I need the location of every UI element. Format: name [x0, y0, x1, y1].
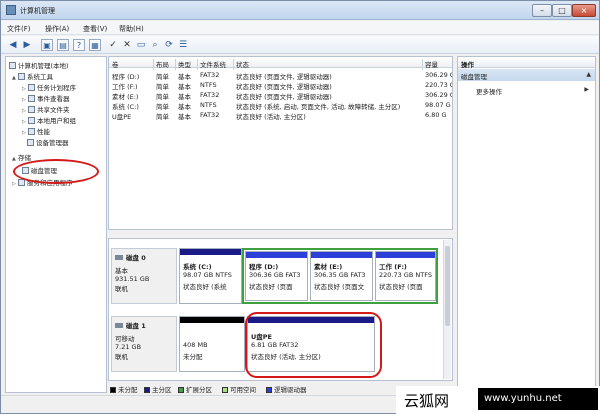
collapse-icon[interactable]: ▲ — [12, 156, 17, 162]
disk-icon — [115, 323, 123, 328]
table-row[interactable]: U盘PE 简单 基本 FAT32 状态良好 (活动, 主分区) 6.80 G — [109, 110, 452, 121]
view-icon[interactable]: ▦ — [89, 39, 101, 51]
window-title: 计算机管理 — [20, 7, 55, 15]
help-icon[interactable]: ? — [73, 39, 85, 51]
disk-view-scrollbar[interactable] — [443, 240, 451, 379]
legend-extended: 扩展分区 — [178, 384, 212, 394]
actions-section-disk-management[interactable]: 磁盘管理 ▲ — [458, 69, 595, 81]
clock-icon — [28, 84, 35, 91]
table-row[interactable]: 工作 (F:) 简单 基本 NTFS 状态良好 (页面文件, 逻辑驱动器) 22… — [109, 80, 452, 91]
legend-logical: 逻辑驱动器 — [266, 384, 307, 394]
partition-unallocated[interactable]: 408 MB 未分配 — [179, 316, 245, 372]
refresh-icon[interactable]: ⟳ — [163, 39, 175, 51]
more-actions-link[interactable]: 更多操作 — [476, 86, 502, 96]
expand-icon[interactable]: ▷ — [22, 86, 27, 92]
partition-c[interactable]: 系统 (C:) 98.07 GB NTFS 状态良好 (系统 — [179, 248, 242, 304]
back-arrow-icon[interactable]: ◀ — [7, 39, 19, 51]
column-header-capacity[interactable]: 容量 — [425, 59, 438, 69]
users-icon — [28, 117, 35, 124]
computer-icon — [9, 62, 16, 69]
tree-item-performance[interactable]: ▷ 性能 — [22, 126, 50, 136]
collapse-up-icon[interactable]: ▲ — [586, 71, 591, 78]
open-icon[interactable]: ▭ — [135, 39, 147, 51]
tree-item-storage[interactable]: ▲ 存储 — [12, 152, 31, 162]
title-bar[interactable]: 计算机管理 – □ × — [1, 1, 599, 20]
search-icon[interactable]: ⌕ — [149, 39, 161, 51]
disk-1-label[interactable]: 磁盘 1 可移动 7.21 GB 联机 — [111, 316, 177, 372]
tree-item-local-users[interactable]: ▷ 本地用户和组 — [22, 115, 76, 125]
expand-icon[interactable]: ▷ — [22, 108, 27, 114]
table-row[interactable]: 程序 (D:) 简单 基本 FAT32 状态良好 (页面文件, 逻辑驱动器) 3… — [109, 70, 452, 81]
watermark-url-box: www.yunhu.net — [478, 388, 598, 410]
partition-d[interactable]: 程序 (D:) 306.36 GB FAT3 状态良好 (页面 — [245, 251, 308, 301]
chevron-right-icon[interactable]: ▶ — [584, 86, 589, 93]
list-icon[interactable]: ☰ — [177, 39, 189, 51]
menu-help[interactable]: 帮助(H) — [119, 24, 144, 34]
menu-view[interactable]: 查看(V) — [83, 24, 107, 34]
column-header-type[interactable]: 类型 — [178, 59, 191, 69]
column-header-filesystem[interactable]: 文件系统 — [200, 59, 226, 69]
partition-e[interactable]: 素材 (E:) 306.35 GB FAT3 状态良好 (页面文 — [310, 251, 373, 301]
menu-file[interactable]: 文件(F) — [7, 24, 31, 34]
legend-free-space: 可用空间 — [222, 384, 256, 394]
annotation-circle-disk-management — [13, 159, 99, 184]
close-icon[interactable]: ✕ — [121, 39, 133, 51]
check-icon[interactable]: ✓ — [107, 39, 119, 51]
computer-management-window: 计算机管理 – □ × 文件(F) 操作(A) 查看(V) 帮助(H) ◀ ▶ … — [0, 0, 600, 414]
forward-arrow-icon[interactable]: ▶ — [21, 39, 33, 51]
navigation-tree: 计算机管理(本地) ▲ 系统工具 ▷ 任务计划程序 ▷ 事件查看器 ▷ 共享文件夹 ▷ 本… — [5, 56, 107, 393]
tree-item-shared-folders[interactable]: ▷ 共享文件夹 — [22, 104, 70, 114]
collapse-icon[interactable]: ▲ — [12, 75, 17, 81]
scrollbar-thumb[interactable] — [445, 246, 450, 326]
up-folder-icon[interactable]: ▣ — [41, 39, 53, 51]
tools-icon — [18, 73, 25, 80]
event-icon — [28, 95, 35, 102]
volume-list-header: 卷 布局 类型 文件系统 状态 容量 — [109, 57, 452, 70]
computer-management-icon — [6, 5, 16, 15]
actions-pane: 操作 磁盘管理 ▲ 更多操作 ▶ — [457, 56, 596, 393]
actions-header: 操作 — [458, 57, 595, 69]
column-header-status[interactable]: 状态 — [236, 59, 249, 69]
expand-icon[interactable]: ▷ — [22, 97, 27, 103]
expand-icon[interactable]: ▷ — [22, 119, 27, 125]
table-row[interactable]: 系统 (C:) 简单 基本 NTFS 状态良好 (系统, 启动, 页面文件, 活… — [109, 100, 452, 111]
toolbar: ◀ ▶ ▣ ▤ ? ▦ ✓ ✕ ▭ ⌕ ⟳ ☰ — [1, 36, 599, 54]
legend-unallocated: 未分配 — [110, 384, 138, 394]
partition-f[interactable]: 工作 (F:) 220.73 GB NTFS 状态良好 (页面 — [375, 251, 436, 301]
tree-item-root[interactable]: 计算机管理(本地) — [9, 60, 69, 70]
disk-0-label[interactable]: 磁盘 0 基本 931.51 GB 联机 — [111, 248, 177, 304]
tree-item-task-scheduler[interactable]: ▷ 任务计划程序 — [22, 82, 76, 92]
menu-bar: 文件(F) 操作(A) 查看(V) 帮助(H) — [1, 21, 599, 35]
expand-icon[interactable]: ▷ — [12, 181, 17, 187]
properties-icon[interactable]: ▤ — [57, 39, 69, 51]
folder-icon — [28, 106, 35, 113]
table-row[interactable]: 素材 (E:) 简单 基本 FAT32 状态良好 (页面文件, 逻辑驱动器) 3… — [109, 90, 452, 101]
close-button[interactable]: × — [572, 4, 596, 17]
watermark: 云狐网 www.yunhu.net — [396, 386, 600, 414]
annotation-circle-upe — [245, 312, 382, 378]
menu-action[interactable]: 操作(A) — [45, 24, 69, 34]
expand-icon[interactable]: ▷ — [22, 130, 27, 136]
column-header-layout[interactable]: 布局 — [156, 59, 169, 69]
performance-icon — [28, 128, 35, 135]
device-icon — [27, 139, 34, 146]
tree-item-system-tools[interactable]: ▲ 系统工具 — [12, 71, 53, 81]
pane-splitter[interactable] — [108, 230, 453, 238]
volume-list: 卷 布局 类型 文件系统 状态 容量 程序 (D:) 简单 基本 FAT32 状… — [108, 56, 453, 230]
column-header-volume[interactable]: 卷 — [112, 59, 119, 69]
minimize-button[interactable]: – — [532, 4, 552, 17]
maximize-button[interactable]: □ — [552, 4, 572, 17]
watermark-url: www.yunhu.net — [484, 393, 562, 404]
disk-icon — [115, 255, 123, 260]
watermark-text: 云狐网 — [404, 392, 450, 410]
tree-item-device-manager[interactable]: 设备管理器 — [27, 137, 69, 147]
tree-item-event-viewer[interactable]: ▷ 事件查看器 — [22, 93, 70, 103]
legend-primary: 主分区 — [144, 384, 172, 394]
